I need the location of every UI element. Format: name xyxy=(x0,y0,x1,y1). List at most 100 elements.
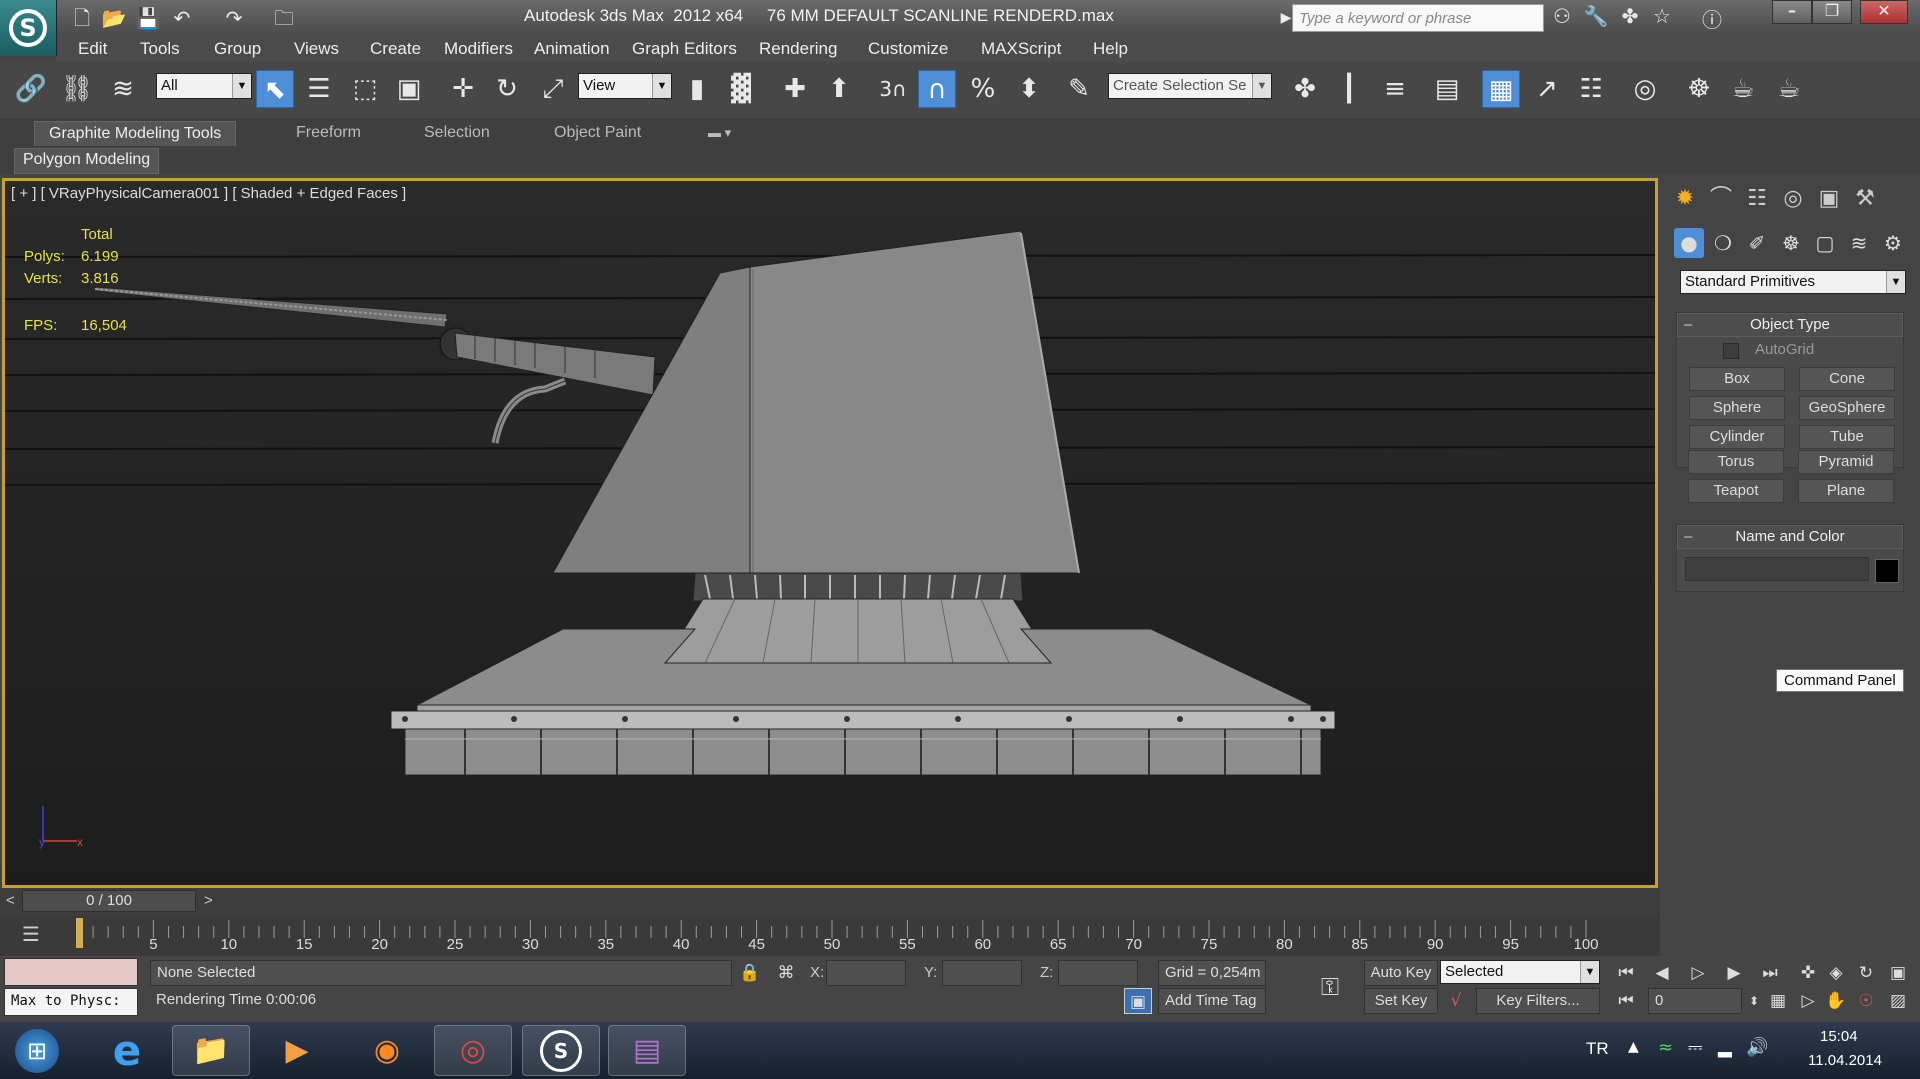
time-slider-prev-button[interactable]: < xyxy=(6,892,15,909)
open-file-icon[interactable]: 📂 xyxy=(100,4,128,32)
menu-views[interactable]: Views xyxy=(294,39,339,59)
object-color-swatch[interactable] xyxy=(1875,559,1899,583)
absolute-mode-icon[interactable]: ⌘ xyxy=(772,960,800,986)
menu-create[interactable]: Create xyxy=(370,39,421,59)
subscription-center-icon[interactable]: 🔧 xyxy=(1582,4,1610,32)
select-and-move-icon[interactable]: ✛ xyxy=(444,70,482,108)
z-coordinate-input[interactable] xyxy=(1058,960,1138,986)
motion-tab-icon[interactable]: ◎ xyxy=(1778,184,1808,214)
ribbon-options-icon[interactable]: ▬ ▾ xyxy=(694,121,745,145)
maxscript-listener-input[interactable]: Max to Physc: xyxy=(4,988,138,1016)
select-and-scale-icon[interactable]: ⤢ xyxy=(534,70,572,108)
binoculars-icon[interactable]: ⚇ xyxy=(1548,4,1576,32)
network-activity-icon[interactable]: ≈ xyxy=(1658,1037,1673,1058)
x-coordinate-input[interactable] xyxy=(826,960,906,986)
volume-icon[interactable]: 🔊 xyxy=(1746,1037,1768,1058)
show-hidden-icons-icon[interactable]: ▲ xyxy=(1628,1039,1639,1055)
menu-animation[interactable]: Animation xyxy=(534,39,610,59)
ribbon-panel-polygon-modeling[interactable]: Polygon Modeling xyxy=(14,148,160,174)
3ds-max-taskbar-icon[interactable]: S xyxy=(522,1025,600,1076)
material-editor-icon[interactable]: ◎ xyxy=(1626,70,1664,108)
scene-explorer-icon[interactable]: ▦ xyxy=(1482,70,1520,108)
keyboard-shortcut-override-icon[interactable]: ✚ xyxy=(776,70,814,108)
align-icon[interactable]: ┃ xyxy=(1330,70,1368,108)
modify-tab-icon[interactable]: ⌒ xyxy=(1706,184,1736,214)
rectangular-selection-icon[interactable]: ⬚ xyxy=(346,70,384,108)
primitive-category-dropdown[interactable]: Standard Primitives ▼ xyxy=(1680,270,1906,294)
next-frame-icon[interactable]: ▶ xyxy=(1720,960,1748,986)
object-name-input[interactable] xyxy=(1685,557,1869,581)
add-time-tag-button[interactable]: Add Time Tag xyxy=(1158,988,1266,1014)
geosphere-button[interactable]: GeoSphere xyxy=(1799,396,1895,420)
auto-key-button[interactable]: Auto Key xyxy=(1364,960,1438,986)
time-slider[interactable]: < 0 / 100 > xyxy=(0,888,1660,916)
space-warps-icon[interactable]: ≋ xyxy=(1844,228,1874,258)
menu-customize[interactable]: Customize xyxy=(868,39,948,59)
menu-modifiers[interactable]: Modifiers xyxy=(444,39,513,59)
sphere-button[interactable]: Sphere xyxy=(1689,396,1785,420)
chrome-icon[interactable]: ◎ xyxy=(434,1025,512,1076)
set-key-icon[interactable]: ⚿ xyxy=(1316,974,1344,1000)
key-filters-button[interactable]: Key Filters... xyxy=(1476,988,1600,1014)
display-tab-icon[interactable]: ▣ xyxy=(1814,184,1844,214)
maximize-viewport-icon[interactable]: ▣ xyxy=(1884,960,1912,986)
go-to-end-icon[interactable]: ⏭ xyxy=(1756,960,1784,986)
firefox-icon[interactable]: ◉ xyxy=(348,1025,426,1076)
maximize-button[interactable]: ❐ xyxy=(1812,0,1852,24)
help-icon[interactable]: ⓘ xyxy=(1698,4,1726,32)
viewport-label[interactable]: [ + ] [ VRayPhysicalCamera001 ] [ Shaded… xyxy=(11,185,406,202)
utilities-tab-icon[interactable]: ⚒ xyxy=(1850,184,1880,214)
tab-freeform[interactable]: Freeform xyxy=(282,121,375,145)
communication-center-icon[interactable]: ✤ xyxy=(1616,4,1644,32)
clock-date[interactable]: 11.04.2014 xyxy=(1808,1052,1882,1069)
select-by-name-icon[interactable]: ☰ xyxy=(300,70,338,108)
cone-button[interactable]: Cone xyxy=(1799,367,1895,391)
mirror-icon[interactable]: ✤ xyxy=(1286,70,1324,108)
track-bar[interactable]: ☰ 5 10 15 20 25 30 35 40 45 50 55 60 65 70 75 80 85 90 95 1… xyxy=(0,916,1660,956)
winrar-icon[interactable]: ▤ xyxy=(608,1025,686,1076)
zoom-all-icon[interactable]: ◈ xyxy=(1822,960,1850,986)
language-indicator[interactable]: TR xyxy=(1586,1039,1609,1059)
helpers-icon[interactable]: ▢ xyxy=(1810,228,1840,258)
curve-editor-icon[interactable]: ↗ xyxy=(1528,70,1566,108)
y-coordinate-input[interactable] xyxy=(942,960,1022,986)
minimize-button[interactable]: – xyxy=(1772,0,1812,24)
rendered-frame-window-icon[interactable]: ☕ xyxy=(1724,70,1762,108)
zoom-icon[interactable]: ✜ xyxy=(1794,960,1822,986)
selection-filter-dropdown[interactable]: All ▼ xyxy=(156,73,252,99)
menu-graph-editors[interactable]: Graph Editors xyxy=(632,39,737,59)
spinner-snap-icon[interactable]: ⬍ xyxy=(1010,70,1048,108)
new-file-icon[interactable]: 🗋 xyxy=(68,4,96,32)
object-type-rollout-header[interactable]: – Object Type xyxy=(1677,313,1903,337)
project-folder-icon[interactable]: 🗀 xyxy=(270,4,298,32)
create-tab-icon[interactable]: ✹ xyxy=(1670,184,1700,214)
menu-help[interactable]: Help xyxy=(1093,39,1128,59)
edit-named-selection-icon[interactable]: ✎ xyxy=(1060,70,1098,108)
layer-manager-icon[interactable]: ≡ xyxy=(1376,70,1414,108)
plane-button[interactable]: Plane xyxy=(1798,479,1894,503)
application-button[interactable]: S xyxy=(0,0,57,56)
selection-lock-icon[interactable]: 🔒 xyxy=(736,960,764,986)
default-in-out-tangents-icon[interactable]: √ xyxy=(1442,988,1470,1014)
percent-snap-icon[interactable]: % xyxy=(964,70,1002,108)
select-and-rotate-icon[interactable]: ↻ xyxy=(488,70,526,108)
time-tag-icon[interactable]: ▣ xyxy=(1124,988,1152,1014)
select-manipulate-icon[interactable]: ▓ xyxy=(722,70,760,108)
go-to-start-icon[interactable]: ⏮ xyxy=(1612,960,1640,986)
lights-icon[interactable]: ✐ xyxy=(1742,228,1772,258)
search-input[interactable]: Type a keyword or phrase xyxy=(1292,4,1544,32)
use-pivot-center-icon[interactable]: ▮ xyxy=(678,70,716,108)
pyramid-button[interactable]: Pyramid xyxy=(1798,450,1894,474)
bind-to-space-warp-icon[interactable]: ≋ xyxy=(104,70,142,108)
render-production-icon[interactable]: ☕ xyxy=(1770,70,1808,108)
play-icon[interactable]: ▷ xyxy=(1684,960,1712,986)
set-key-button[interactable]: Set Key xyxy=(1364,988,1438,1014)
redo-icon[interactable]: ↷ xyxy=(220,4,248,32)
schematic-view-icon[interactable]: ☷ xyxy=(1572,70,1610,108)
render-setup-icon[interactable]: ☸ xyxy=(1680,70,1718,108)
pan-view-icon[interactable]: ✋ xyxy=(1822,988,1850,1014)
box-button[interactable]: Box xyxy=(1689,367,1785,391)
save-file-icon[interactable]: 💾 xyxy=(134,4,162,32)
time-configuration-icon[interactable]: ▦ xyxy=(1764,988,1792,1014)
menu-tools[interactable]: Tools xyxy=(140,39,180,59)
